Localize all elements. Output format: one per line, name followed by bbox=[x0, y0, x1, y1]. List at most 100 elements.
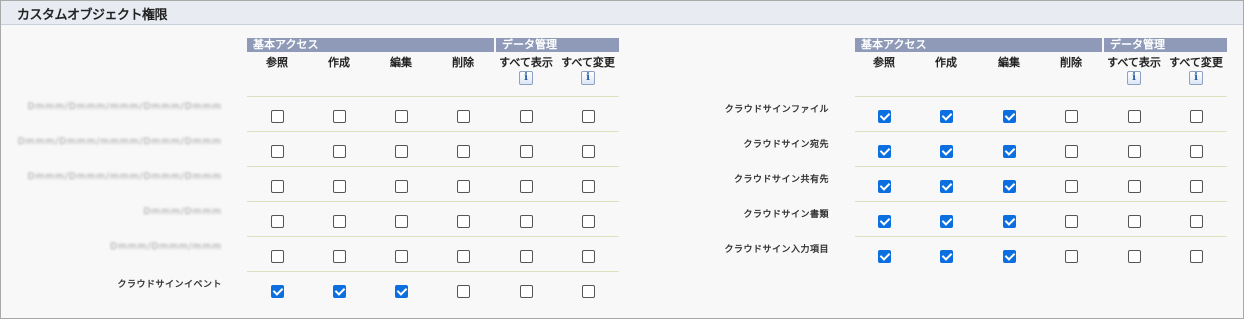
checkbox-edit[interactable] bbox=[1003, 250, 1016, 263]
object-label: クラウドサインファイル bbox=[724, 105, 829, 115]
object-label: クラウドサイン書類 bbox=[743, 210, 829, 220]
row-divider bbox=[247, 236, 619, 237]
checkbox-create[interactable] bbox=[940, 110, 953, 123]
object-label: Dmmm/Dmmm bbox=[143, 207, 222, 217]
checkbox-read[interactable] bbox=[271, 145, 284, 158]
column-header-modify-all: すべて変更 bbox=[561, 56, 615, 69]
checkbox-create[interactable] bbox=[333, 110, 346, 123]
column-header-edit: 編集 bbox=[998, 56, 1020, 69]
checkbox-read[interactable] bbox=[878, 250, 891, 263]
info-icon[interactable]: i bbox=[519, 71, 533, 85]
object-label: Dmmm/Dmmm/mmm bbox=[110, 242, 222, 252]
section-title: カスタムオブジェクト権限 bbox=[17, 8, 168, 23]
row-divider bbox=[247, 166, 619, 167]
object-label: Dmmm/Dmmm/mmm/Dmmm/Dmmm bbox=[27, 172, 222, 182]
checkbox-modify-all[interactable] bbox=[1190, 110, 1203, 123]
checkbox-read[interactable] bbox=[878, 145, 891, 158]
column-header-read: 参照 bbox=[873, 56, 895, 69]
checkbox-view-all[interactable] bbox=[520, 180, 533, 193]
checkbox-modify-all[interactable] bbox=[1190, 145, 1203, 158]
checkbox-view-all[interactable] bbox=[520, 250, 533, 263]
checkbox-read[interactable] bbox=[271, 110, 284, 123]
checkbox-edit[interactable] bbox=[395, 110, 408, 123]
row-divider bbox=[855, 166, 1227, 167]
checkbox-read[interactable] bbox=[271, 285, 284, 298]
checkbox-create[interactable] bbox=[333, 285, 346, 298]
checkbox-edit[interactable] bbox=[395, 250, 408, 263]
checkbox-edit[interactable] bbox=[395, 285, 408, 298]
row-divider bbox=[247, 271, 619, 272]
checkbox-read[interactable] bbox=[271, 180, 284, 193]
custom-object-permissions-panel: カスタムオブジェクト権限 基本アクセス データ管理 参照 作成 編集 削除 すべて表示 i すべ… bbox=[0, 0, 1244, 319]
checkbox-modify-all[interactable] bbox=[1190, 250, 1203, 263]
checkbox-view-all[interactable] bbox=[1128, 110, 1141, 123]
checkbox-modify-all[interactable] bbox=[582, 285, 595, 298]
checkbox-delete[interactable] bbox=[457, 250, 470, 263]
checkbox-create[interactable] bbox=[940, 180, 953, 193]
checkbox-delete[interactable] bbox=[1065, 110, 1078, 123]
checkbox-read[interactable] bbox=[878, 215, 891, 228]
column-header-view-all: すべて表示 bbox=[1107, 56, 1161, 69]
column-header-delete: 削除 bbox=[1060, 56, 1082, 69]
checkbox-view-all[interactable] bbox=[520, 215, 533, 228]
checkbox-create[interactable] bbox=[940, 250, 953, 263]
column-header-modify-all: すべて変更 bbox=[1169, 56, 1223, 69]
checkbox-edit[interactable] bbox=[395, 180, 408, 193]
row-divider bbox=[247, 96, 619, 97]
checkbox-delete[interactable] bbox=[457, 285, 470, 298]
checkbox-edit[interactable] bbox=[1003, 110, 1016, 123]
checkbox-delete[interactable] bbox=[457, 215, 470, 228]
checkbox-delete[interactable] bbox=[457, 110, 470, 123]
checkbox-view-all[interactable] bbox=[1128, 250, 1141, 263]
checkbox-delete[interactable] bbox=[457, 180, 470, 193]
checkbox-view-all[interactable] bbox=[520, 285, 533, 298]
panel-header: カスタムオブジェクト権限 bbox=[1, 1, 1243, 25]
info-icon[interactable]: i bbox=[1127, 71, 1141, 85]
checkbox-read[interactable] bbox=[878, 180, 891, 193]
checkbox-delete[interactable] bbox=[1065, 250, 1078, 263]
checkbox-create[interactable] bbox=[333, 145, 346, 158]
checkbox-edit[interactable] bbox=[1003, 180, 1016, 193]
row-divider bbox=[855, 201, 1227, 202]
object-label: クラウドサイン入力項目 bbox=[724, 245, 829, 255]
checkbox-read[interactable] bbox=[878, 110, 891, 123]
checkbox-delete[interactable] bbox=[1065, 215, 1078, 228]
object-label: Dmmm/Dmmm/mmm/Dmmm/Dmmm bbox=[27, 102, 222, 112]
row-divider bbox=[855, 236, 1227, 237]
object-label: クラウドサイン宛先 bbox=[743, 140, 829, 150]
column-header-delete: 削除 bbox=[452, 56, 474, 69]
object-label: Dmmm/Dmmm/mmmm/Dmmm/Dmmm bbox=[17, 137, 222, 147]
checkbox-delete[interactable] bbox=[1065, 180, 1078, 193]
group-header-data-management: データ管理 bbox=[1104, 38, 1227, 52]
checkbox-delete[interactable] bbox=[1065, 145, 1078, 158]
info-icon[interactable]: i bbox=[581, 71, 595, 85]
column-header-view-all: すべて表示 bbox=[499, 56, 553, 69]
checkbox-edit[interactable] bbox=[1003, 215, 1016, 228]
row-divider bbox=[247, 131, 619, 132]
checkbox-create[interactable] bbox=[940, 145, 953, 158]
checkbox-view-all[interactable] bbox=[1128, 145, 1141, 158]
column-header-edit: 編集 bbox=[390, 56, 412, 69]
column-header-create: 作成 bbox=[328, 56, 350, 69]
checkbox-read[interactable] bbox=[271, 215, 284, 228]
checkbox-create[interactable] bbox=[940, 215, 953, 228]
column-header-read: 参照 bbox=[266, 56, 288, 69]
checkbox-modify-all[interactable] bbox=[1190, 180, 1203, 193]
info-icon[interactable]: i bbox=[1189, 71, 1203, 85]
checkbox-delete[interactable] bbox=[457, 145, 470, 158]
checkbox-edit[interactable] bbox=[395, 215, 408, 228]
checkbox-view-all[interactable] bbox=[520, 145, 533, 158]
group-header-basic-access: 基本アクセス bbox=[855, 38, 1102, 52]
checkbox-read[interactable] bbox=[271, 250, 284, 263]
checkbox-create[interactable] bbox=[333, 250, 346, 263]
checkbox-view-all[interactable] bbox=[1128, 215, 1141, 228]
checkbox-create[interactable] bbox=[333, 215, 346, 228]
checkbox-view-all[interactable] bbox=[520, 110, 533, 123]
checkbox-create[interactable] bbox=[333, 180, 346, 193]
checkbox-edit[interactable] bbox=[1003, 145, 1016, 158]
checkbox-modify-all[interactable] bbox=[1190, 215, 1203, 228]
object-label: クラウドサイン共有先 bbox=[733, 175, 829, 185]
checkbox-edit[interactable] bbox=[395, 145, 408, 158]
group-header-data-management: データ管理 bbox=[496, 38, 619, 52]
checkbox-view-all[interactable] bbox=[1128, 180, 1141, 193]
